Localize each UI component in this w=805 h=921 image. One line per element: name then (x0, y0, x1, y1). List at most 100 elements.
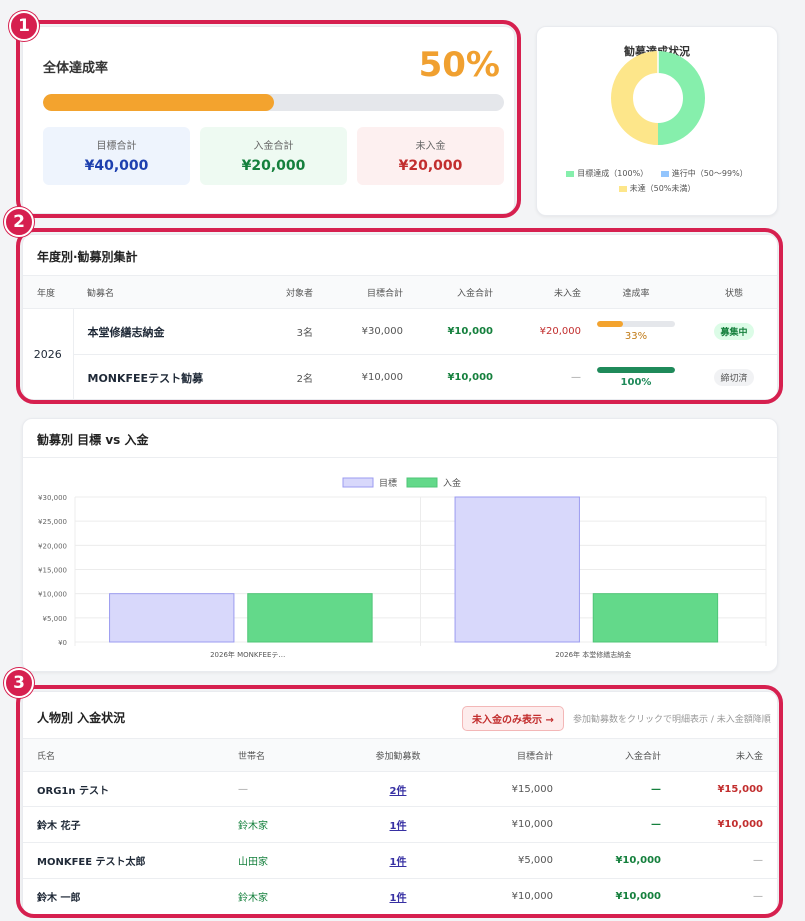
summary-card: 年度別·勧募別集計 年度 勧募名 対象者 目標合計 入金合計 未入金 達成率 状… (22, 234, 778, 401)
bar-paid[interactable] (247, 593, 373, 643)
donut-legend-achieved: 目標達成（100%） (566, 169, 648, 178)
stat-target-value: ¥40,000 (84, 158, 149, 174)
bar-paid[interactable] (592, 593, 719, 643)
summary-row-paid: ¥10,000 (447, 372, 493, 384)
table-row[interactable]: MONKFEEテスト勧募 2名 ¥10,000 ¥10,000 — 100% 締… (23, 355, 777, 401)
summary-th-unpaid: 未入金 (493, 275, 581, 309)
persons-th-name: 氏名 (23, 738, 238, 772)
person-name: 鈴木 花子 (37, 821, 81, 832)
summary-row-name: MONKFEEテスト勧募 (87, 371, 204, 385)
overall-progress-bar (43, 94, 504, 111)
persons-th-paid: 入金合計 (553, 738, 661, 772)
stat-paid-value: ¥20,000 (241, 158, 306, 174)
persons-card: 人物別 入金状況 未入金のみ表示 → 参加勧募数をクリックで明細表示 / 未入金… (22, 691, 778, 915)
persons-title: 人物別 入金状況 (37, 711, 126, 725)
summary-row-members: 2名 (296, 374, 313, 386)
marker-3: 3 (4, 668, 34, 698)
stat-paid-label: 入金合計 (253, 141, 294, 152)
chart-title: 勧募別 目標 vs 入金 (37, 433, 149, 447)
persons-th-unpaid: 未入金 (661, 738, 777, 772)
svg-text:目標: 目標 (379, 477, 397, 489)
person-campaign-count-link[interactable]: 1件 (390, 893, 407, 904)
persons-table: 氏名 世帯名 参加勧募数 目標合計 入金合計 未入金 ORG1n テスト — 2… (23, 738, 777, 915)
person-unpaid: ¥10,000 (717, 819, 763, 830)
svg-text:入金: 入金 (443, 477, 461, 489)
person-campaign-count-link[interactable]: 1件 (390, 857, 407, 868)
unpaid-only-button[interactable]: 未入金のみ表示 → (462, 706, 564, 731)
overall-progress-fill (43, 94, 274, 111)
summary-th-target: 目標合計 (313, 275, 403, 309)
persons-hint: 参加勧募数をクリックで明細表示 / 未入金額降順 (573, 715, 771, 725)
summary-title: 年度別·勧募別集計 (37, 250, 138, 264)
person-paid: — (651, 819, 661, 830)
summary-th-status: 状態 (691, 275, 777, 309)
summary-th-paid: 入金合計 (403, 275, 493, 309)
summary-row-paid: ¥10,000 (447, 326, 493, 337)
x-tick-label: 2026年 本堂修繕志納金 (555, 650, 631, 659)
y-tick-label: ¥25,000 (38, 518, 67, 526)
summary-row-members: 3名 (296, 328, 313, 339)
persons-th-count: 参加勧募数 (348, 738, 448, 772)
marker-2: 2 (4, 207, 34, 237)
summary-row-target: ¥30,000 (361, 326, 403, 337)
person-household: 鈴木家 (238, 821, 268, 832)
overall-achievement-card: 全体達成率 50% 目標合計 ¥40,000 入金合計 ¥20,000 未入金 … (22, 26, 515, 214)
person-campaign-count-link[interactable]: 1件 (390, 821, 407, 832)
summary-th-name: 勧募名 (73, 275, 243, 309)
y-tick-label: ¥0 (58, 639, 67, 647)
donut-legend-unmet: 未達（50%未満） (618, 184, 695, 193)
summary-row-target: ¥10,000 (361, 372, 403, 384)
bar-chart: 目標 入金 ¥0 ¥5,000 ¥10,000 ¥15,000 ¥20,000 ¥25,000… (38, 477, 767, 659)
table-row[interactable]: 2026 本堂修繕志納金 3名 ¥30,000 ¥10,000 ¥20,000 … (23, 308, 777, 401)
person-target: ¥5,000 (518, 855, 553, 866)
bar-target[interactable] (454, 496, 580, 643)
person-unpaid: — (753, 891, 763, 903)
person-paid: ¥10,000 (615, 855, 661, 866)
table-row[interactable]: ORG1n テスト — 2件 ¥15,000 — ¥15,000 (23, 772, 777, 807)
summary-row-rate: 100% (581, 355, 691, 401)
table-row[interactable]: 鈴木 一郎 鈴木家 1件 ¥10,000 ¥10,000 — (23, 879, 777, 915)
y-tick-label: ¥30,000 (38, 494, 67, 502)
summary-row-unpaid: — (571, 372, 581, 384)
person-household: 鈴木家 (238, 893, 268, 905)
person-target: ¥15,000 (511, 783, 553, 795)
stat-unpaid-value: ¥20,000 (398, 158, 463, 174)
donut-slice (611, 51, 659, 145)
summary-th-members: 対象者 (243, 275, 313, 309)
y-tick-label: ¥20,000 (38, 542, 67, 550)
person-household: 山田家 (238, 857, 268, 868)
legend-item-target[interactable]: 目標 (342, 477, 397, 489)
summary-th-year: 年度 (23, 275, 73, 309)
y-tick-label: ¥5,000 (43, 615, 68, 623)
donut-card: 勧募達成状況 目標達成（100%） 進行中（50〜99%） 未達（50%未満） (536, 26, 778, 216)
stat-target: 目標合計 ¥40,000 (43, 127, 190, 185)
table-row[interactable]: 鈴木 花子 鈴木家 1件 ¥10,000 — ¥10,000 (23, 807, 777, 843)
person-campaign-count-link[interactable]: 2件 (390, 786, 407, 797)
persons-th-target: 目標合計 (448, 738, 553, 772)
table-row[interactable]: MONKFEE テスト太郎 山田家 1件 ¥5,000 ¥10,000 — (23, 843, 777, 879)
summary-th-rate: 達成率 (581, 275, 691, 309)
legend-item-paid[interactable]: 入金 (406, 477, 461, 489)
donut-slice (657, 51, 705, 145)
donut-legend-progress: 進行中（50〜99%） (660, 169, 748, 178)
person-household: — (238, 783, 248, 795)
person-name: MONKFEE テスト太郎 (37, 857, 146, 868)
y-tick-label: ¥10,000 (38, 591, 67, 599)
person-unpaid: ¥15,000 (717, 783, 763, 795)
overall-percent: 50% (418, 45, 500, 85)
y-tick-label: ¥15,000 (38, 567, 67, 575)
person-paid: ¥10,000 (615, 891, 661, 903)
marker-1: 1 (9, 11, 39, 41)
person-target: ¥10,000 (511, 819, 553, 830)
status-badge: 募集中 (714, 323, 754, 340)
chart-card: 勧募別 目標 vs 入金 目標 入金 ¥0 ¥5,000 ¥10,000 ¥15,000 ¥… (22, 418, 778, 672)
bar-target[interactable] (109, 593, 235, 643)
summary-row-unpaid: ¥20,000 (539, 326, 581, 337)
person-unpaid: — (753, 855, 763, 866)
stat-unpaid-label: 未入金 (415, 141, 446, 152)
overall-title: 全体達成率 (43, 61, 109, 76)
stat-paid: 入金合計 ¥20,000 (200, 127, 347, 185)
person-target: ¥10,000 (511, 891, 553, 903)
status-badge: 締切済 (714, 369, 754, 387)
person-name: 鈴木 一郎 (37, 893, 81, 905)
